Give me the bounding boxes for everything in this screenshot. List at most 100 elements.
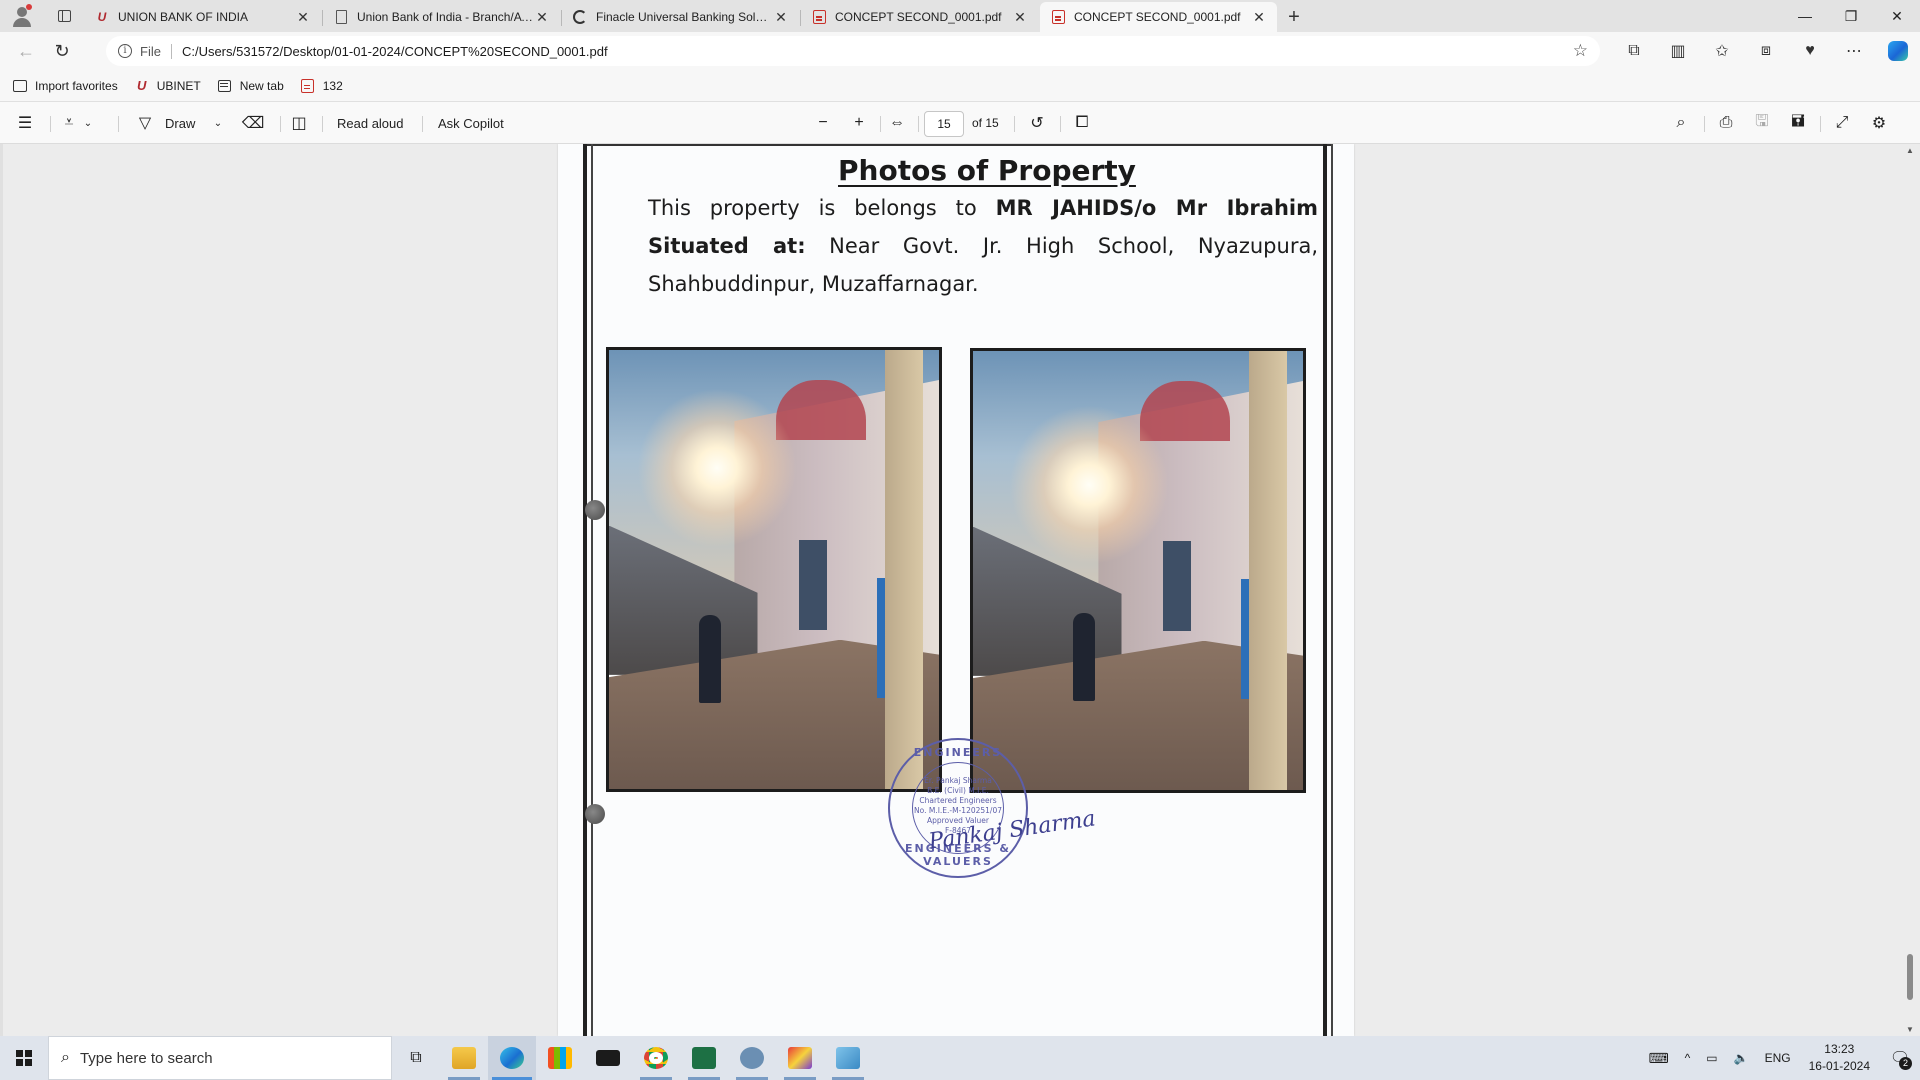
save-as-icon[interactable]: 🖬 — [1783, 102, 1813, 144]
ubi-logo-icon: U — [137, 78, 147, 93]
microsoft-store-icon[interactable] — [536, 1036, 584, 1080]
pdf-icon — [300, 78, 316, 94]
tab-union-bank[interactable]: U UNION BANK OF INDIA ✕ — [84, 2, 323, 32]
back-icon[interactable]: ← — [8, 35, 44, 67]
new-tab-button[interactable]: + — [1279, 2, 1309, 32]
scroll-up-icon[interactable]: ▲ — [1906, 146, 1914, 155]
windows-taskbar: ⌕ Type here to search ⧉ ⌨ ^ ▭ 🔈 ENG 13:2… — [0, 1036, 1920, 1080]
stamp-line: B.E. (Civil) M.I.E. — [927, 786, 989, 795]
settings-gear-icon[interactable]: ⚙ — [1864, 102, 1894, 144]
app-icon-3[interactable] — [824, 1036, 872, 1080]
chrome-icon[interactable] — [632, 1036, 680, 1080]
input-language[interactable]: ENG — [1765, 1051, 1791, 1065]
tab-finacle[interactable]: Finacle Universal Banking Solution ✕ — [562, 2, 801, 32]
favorites-icon[interactable]: ✩ — [1700, 35, 1744, 67]
clock-date: 16-01-2024 — [1808, 1059, 1870, 1073]
tab-title: Union Bank of India - Branch/ATM Locator — [357, 10, 534, 24]
favorite-star-icon[interactable]: ☆ — [1573, 41, 1588, 61]
erase-icon[interactable]: ⌫ — [238, 102, 268, 144]
restore-icon[interactable]: ❐ — [1828, 0, 1874, 32]
pdf-viewer-area[interactable]: Photos of Property This property is belo… — [0, 144, 1920, 1036]
tab-actions-icon[interactable] — [44, 0, 84, 32]
rotate-icon[interactable]: ↺ — [1022, 102, 1052, 144]
pdf-page: Photos of Property This property is belo… — [558, 144, 1354, 1036]
fav-import-favorites[interactable]: Import favorites — [12, 78, 118, 94]
ask-copilot-button[interactable]: Ask Copilot — [438, 102, 504, 144]
fullscreen-icon[interactable]: ⤢ — [1827, 102, 1857, 144]
fav-132[interactable]: 132 — [300, 78, 343, 94]
close-window-icon[interactable]: ✕ — [1874, 0, 1920, 32]
page-icon — [333, 9, 349, 25]
more-options-icon[interactable]: ⋯ — [1832, 35, 1876, 67]
stamp-line: Chartered Engineers — [919, 796, 997, 805]
collections-icon[interactable]: ⧈ — [1744, 35, 1788, 67]
scrollbar-thumb[interactable] — [1907, 954, 1913, 1000]
page-view-icon[interactable]: ◫ — [284, 102, 314, 144]
fav-new-tab[interactable]: New tab — [217, 78, 284, 94]
close-icon[interactable]: ✕ — [1251, 9, 1267, 26]
draw-dropdown-icon[interactable]: ⌄ — [210, 102, 226, 144]
highlight-dropdown-icon[interactable]: ⌄ — [80, 102, 96, 144]
minimize-icon[interactable]: — — [1782, 0, 1828, 32]
split-screen-icon[interactable]: ▥ — [1656, 35, 1700, 67]
fit-to-width-icon[interactable]: ⇔ — [882, 102, 912, 144]
extensions-icon[interactable]: ⧉ — [1612, 35, 1656, 67]
tab-pdf-1[interactable]: CONCEPT SECOND_0001.pdf ✕ — [801, 2, 1038, 32]
close-icon[interactable]: ✕ — [773, 9, 789, 26]
file-explorer-icon[interactable] — [440, 1036, 488, 1080]
edge-browser-icon[interactable] — [488, 1036, 536, 1080]
tab-title: CONCEPT SECOND_0001.pdf — [835, 10, 1002, 24]
save-icon[interactable]: 🖫 — [1747, 102, 1777, 144]
keyboard-icon[interactable]: ⌨ — [1648, 1050, 1668, 1067]
draw-button[interactable]: Draw — [165, 102, 195, 144]
url-text[interactable]: C:/Users/531572/Desktop/01-01-2024/CONCE… — [182, 44, 608, 59]
valuer-stamp: ENGINEERS Er. Pankaj Sharma B.E. (Civil)… — [888, 738, 1097, 878]
close-icon[interactable]: ✕ — [534, 9, 550, 26]
address-bar[interactable]: i File C:/Users/531572/Desktop/01-01-202… — [106, 36, 1600, 66]
copilot-icon[interactable] — [1876, 35, 1920, 67]
taskbar-search-box[interactable]: ⌕ Type here to search — [48, 1036, 392, 1080]
tab-pdf-2-active[interactable]: CONCEPT SECOND_0001.pdf ✕ — [1040, 2, 1277, 32]
start-button[interactable] — [0, 1036, 48, 1080]
zoom-out-icon[interactable]: − — [808, 102, 838, 144]
scroll-down-icon[interactable]: ▼ — [1906, 1025, 1914, 1034]
edge-e-icon — [572, 9, 588, 25]
volume-icon[interactable]: 🔈 — [1734, 1051, 1749, 1065]
close-icon[interactable]: ✕ — [1012, 9, 1028, 26]
fav-label: Import favorites — [35, 78, 118, 93]
notification-count: 2 — [1899, 1057, 1912, 1070]
app-icon-2[interactable] — [776, 1036, 824, 1080]
document-title: Photos of Property — [838, 154, 1136, 187]
excel-icon[interactable] — [680, 1036, 728, 1080]
page-total: of 15 — [972, 116, 999, 130]
contents-list-icon[interactable]: ☰ — [10, 102, 40, 144]
clock[interactable]: 13:23 16-01-2024 — [1809, 1041, 1870, 1075]
stamp-line: No. M.I.E.-M-120251/07 — [914, 806, 1002, 815]
vertical-scrollbar[interactable]: ▲ ▼ — [1904, 144, 1916, 1036]
read-aloud-button[interactable]: Read aloud — [337, 102, 404, 144]
profile-avatar-icon[interactable] — [0, 0, 44, 32]
zoom-in-icon[interactable]: + — [844, 102, 874, 144]
browser-essentials-icon[interactable]: ♥ — [1788, 35, 1832, 67]
search-icon[interactable]: ⌕ — [1666, 102, 1696, 144]
search-placeholder: Type here to search — [79, 1049, 213, 1067]
property-photo-1 — [606, 347, 942, 792]
app-icon-1[interactable] — [728, 1036, 776, 1080]
print-icon[interactable]: ⎙ — [1711, 102, 1741, 144]
tab-title: CONCEPT SECOND_0001.pdf — [1074, 10, 1241, 24]
notifications-icon[interactable]: 🗨 2 — [1880, 1036, 1920, 1080]
fav-label: 132 — [322, 78, 343, 93]
draw-icon[interactable]: ▽ — [130, 102, 160, 144]
network-icon[interactable]: ▭ — [1706, 1051, 1717, 1065]
refresh-icon[interactable]: ↻ — [44, 35, 80, 67]
page-layout-icon[interactable]: ⧠ — [1067, 102, 1097, 144]
close-icon[interactable]: ✕ — [295, 9, 311, 26]
show-hidden-icons-icon[interactable]: ^ — [1685, 1051, 1691, 1065]
mail-icon[interactable] — [584, 1036, 632, 1080]
tab-branch-locator[interactable]: Union Bank of India - Branch/ATM Locator… — [323, 2, 562, 32]
task-view-icon[interactable]: ⧉ — [392, 1036, 440, 1080]
page-number-input[interactable]: 15 — [924, 111, 964, 137]
owner-name: MR JAHIDS/o Mr Ibrahim — [995, 196, 1318, 220]
info-icon[interactable]: i — [118, 44, 132, 58]
fav-ubinet[interactable]: U UBINET — [134, 78, 201, 94]
